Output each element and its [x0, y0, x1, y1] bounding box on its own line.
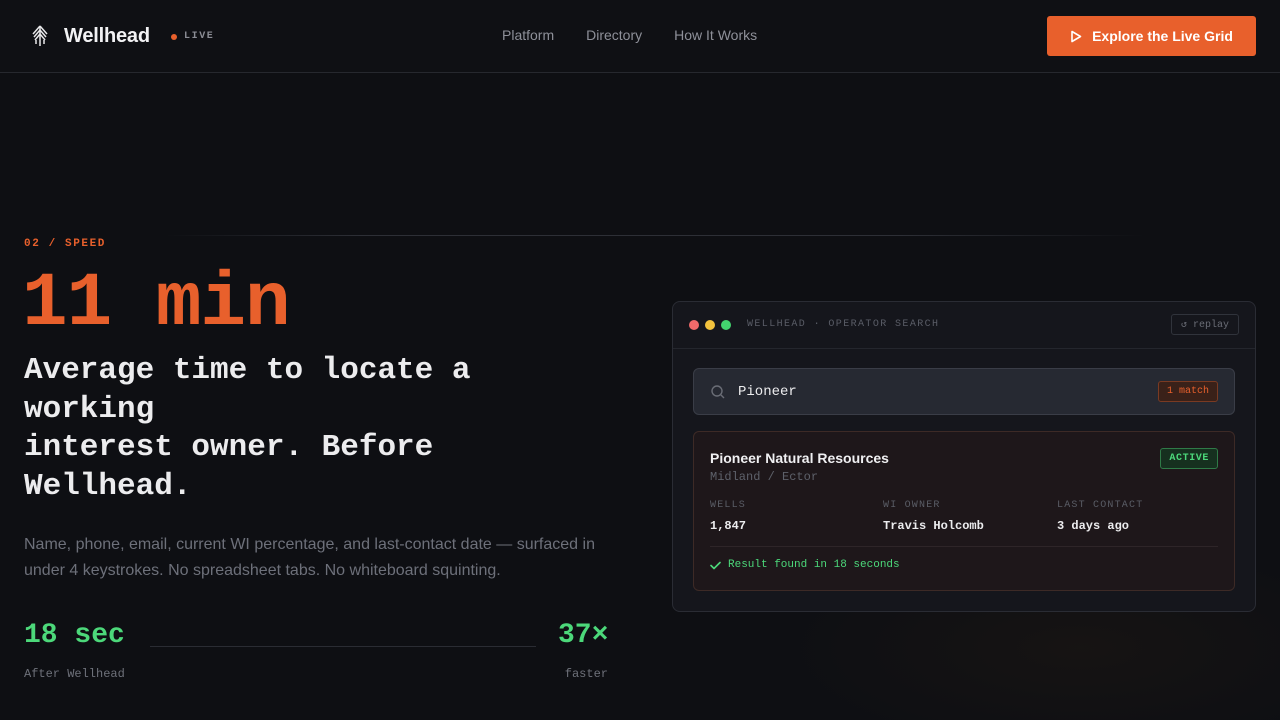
window-titlebar: WELLHEAD · OPERATOR SEARCH ↺ replay: [673, 302, 1255, 349]
field-value: 1,847: [710, 519, 747, 533]
wellhead-logo-icon: [32, 25, 48, 46]
operator-location: Midland / Ector: [710, 470, 819, 484]
field-value: 3 days ago: [1057, 519, 1130, 533]
metric-faster: 37× faster: [558, 619, 608, 681]
operator-search-box[interactable]: 1 match: [693, 368, 1235, 415]
metric-after: 18 sec After Wellhead: [24, 619, 125, 681]
window-minimize-dot: [705, 320, 715, 330]
window-close-dot: [689, 320, 699, 330]
window-maximize-dot: [721, 320, 731, 330]
nav-link-directory[interactable]: Directory: [586, 27, 642, 43]
nav-link-platform[interactable]: Platform: [502, 27, 554, 43]
headline-line-2: interest owner. Before Wellhead.: [24, 430, 434, 504]
metric-after-label: After Wellhead: [24, 667, 125, 681]
live-dot-icon: [171, 33, 177, 40]
match-count-badge: 1 match: [1157, 381, 1218, 402]
window-title: WELLHEAD · OPERATOR SEARCH: [747, 319, 940, 330]
check-icon: [710, 561, 721, 569]
status-badge: ACTIVE: [1160, 448, 1218, 469]
explore-live-grid-button[interactable]: Explore the Live Grid: [1047, 16, 1256, 56]
metric-faster-label: faster: [564, 667, 608, 681]
result-status: Result found in 18 seconds: [710, 559, 900, 571]
search-icon: [711, 385, 725, 399]
section-eyebrow: 02 / SPEED: [24, 238, 107, 250]
live-label: LIVE: [184, 31, 215, 42]
card-divider: [710, 546, 1218, 547]
headline-line-1: Average time to locate a working: [24, 353, 471, 427]
field-label: LAST CONTACT: [1057, 500, 1144, 511]
field-last-contact: LAST CONTACT 3 days ago: [1057, 500, 1143, 533]
field-label: WI OWNER: [883, 500, 941, 511]
field-wells: WELLS 1,847: [710, 500, 746, 533]
hero-headline: Average time to locate a working interes…: [24, 352, 524, 506]
cta-label: Explore the Live Grid: [1092, 28, 1233, 44]
brand[interactable]: Wellhead: [28, 22, 150, 50]
result-text: Result found in 18 seconds: [728, 559, 900, 571]
hero-subcopy: Name, phone, email, current WI percentag…: [24, 536, 595, 579]
field-wi-owner: WI OWNER Travis Holcomb: [883, 500, 984, 533]
top-nav: Wellhead LIVE Platform Directory How It …: [0, 0, 1280, 73]
operator-search-window: WELLHEAD · OPERATOR SEARCH ↺ replay 1 ma…: [672, 301, 1256, 612]
replay-button[interactable]: ↺ replay: [1171, 314, 1239, 335]
metric-divider: [150, 646, 536, 647]
field-value: Travis Holcomb: [883, 519, 984, 533]
search-input[interactable]: [738, 381, 1138, 403]
section-divider: [165, 235, 1145, 236]
hero-stat: 11 min: [22, 261, 291, 347]
play-icon: [1071, 30, 1082, 42]
nav-link-how-it-works[interactable]: How It Works: [674, 27, 757, 43]
brand-name: Wellhead: [64, 24, 150, 47]
nav-links: Platform Directory How It Works: [502, 27, 789, 43]
metric-faster-value: 37×: [558, 620, 609, 651]
operator-name: Pioneer Natural Resources: [710, 450, 889, 466]
metric-after-value: 18 sec: [24, 620, 125, 651]
field-label: WELLS: [710, 500, 747, 511]
live-indicator: LIVE: [171, 31, 214, 42]
result-card[interactable]: Pioneer Natural Resources Midland / Ecto…: [693, 431, 1235, 591]
